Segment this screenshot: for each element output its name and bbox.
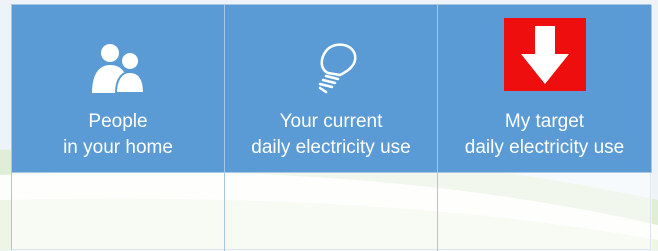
target-use-input-cell[interactable] xyxy=(438,173,652,251)
down-arrow-icon xyxy=(521,25,569,84)
electricity-target-table: People in your home Your current daily e… xyxy=(11,4,652,251)
current-use-header: Your current daily electricity use xyxy=(225,5,438,173)
people-header: People in your home xyxy=(12,5,225,173)
target-use-label-line2: daily electricity use xyxy=(464,137,625,158)
current-use-label: Your current daily electricity use xyxy=(225,109,437,161)
people-label: People in your home xyxy=(12,109,224,161)
people-input-cell[interactable] xyxy=(12,173,225,251)
target-use-label: My target daily electricity use xyxy=(438,109,651,161)
current-use-label-line2: daily electricity use xyxy=(251,137,411,158)
people-label-line1: People xyxy=(88,111,148,132)
target-use-header: My target daily electricity use xyxy=(438,5,652,173)
people-icon xyxy=(92,44,146,94)
lightbulb-icon xyxy=(318,43,357,94)
people-label-line2: in your home xyxy=(63,137,173,158)
target-use-label-line1: My target xyxy=(504,111,585,132)
down-arrow-badge xyxy=(504,18,586,91)
current-use-input-cell[interactable] xyxy=(225,173,438,251)
current-use-label-line1: Your current xyxy=(279,111,383,132)
